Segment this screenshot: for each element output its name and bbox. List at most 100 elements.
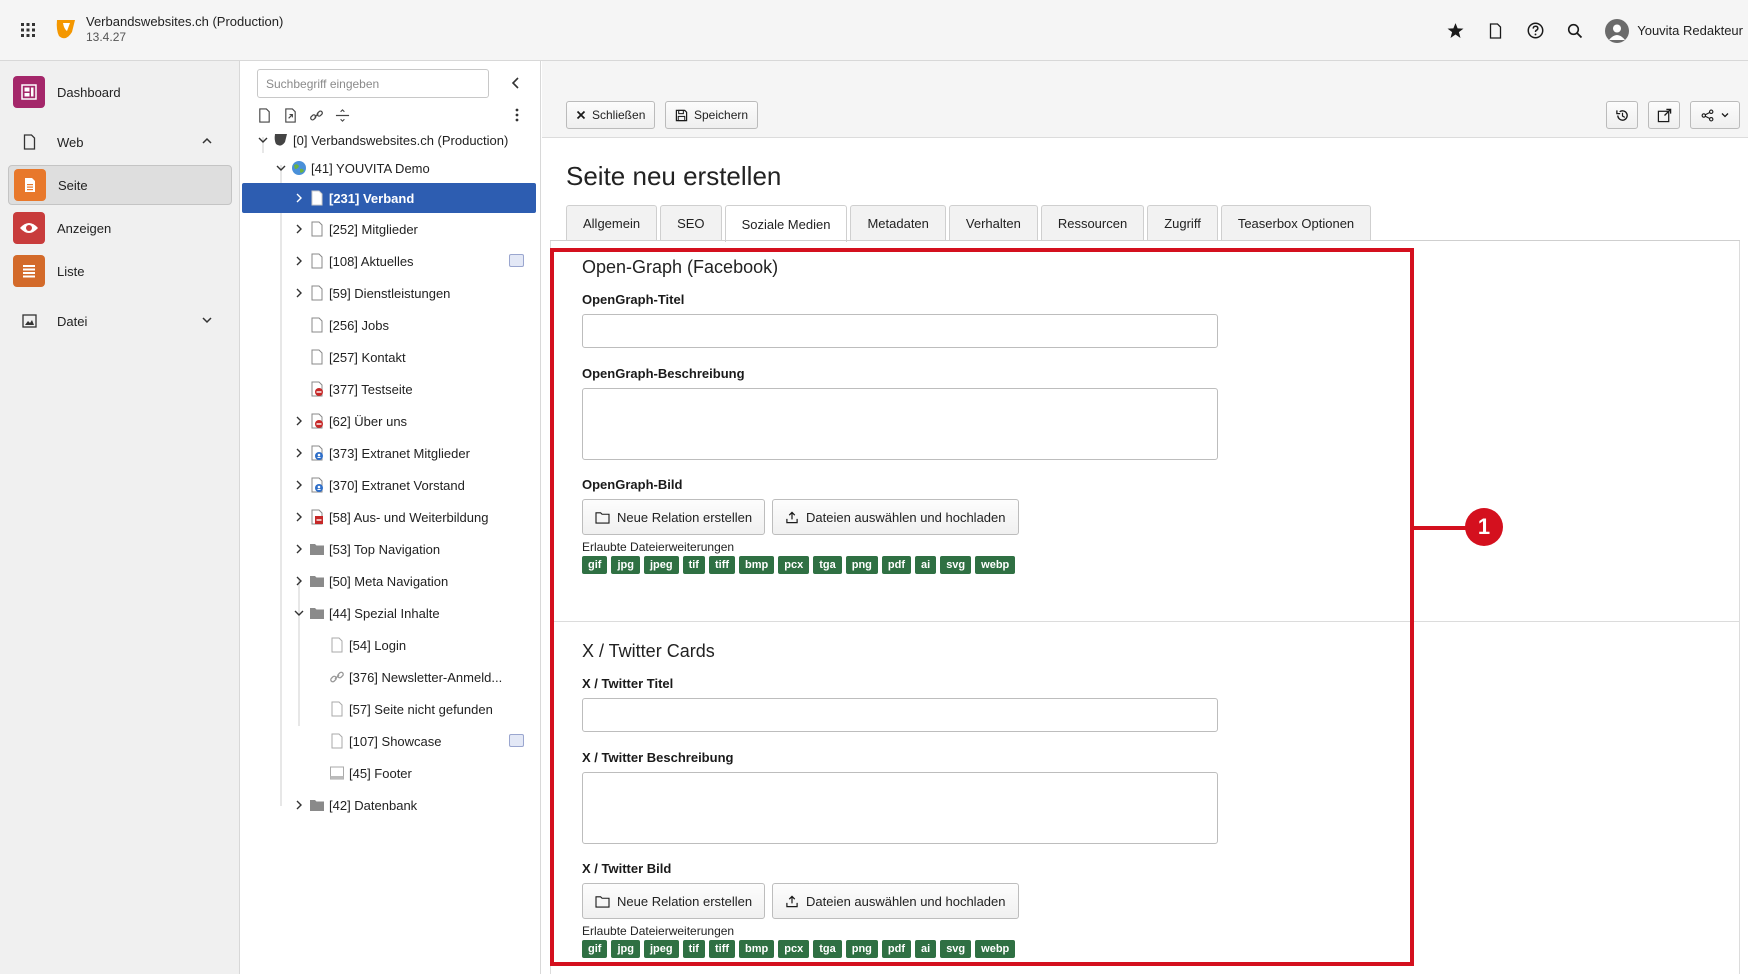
page-icon — [311, 253, 323, 269]
tree-node-label: [53] Top Navigation — [329, 541, 441, 557]
search-button[interactable] — [1555, 11, 1595, 51]
tree-node-ueber-uns[interactable]: [62] Über uns — [291, 406, 407, 436]
showcase-badge-icon — [509, 734, 524, 747]
site-name[interactable]: Verbandswebsites.ch (Production) — [86, 14, 283, 29]
tab-verhalten[interactable]: Verhalten — [948, 205, 1038, 241]
module-label: Seite — [58, 177, 88, 193]
module-web[interactable]: Web — [8, 122, 232, 162]
save-button[interactable]: Speichern — [665, 101, 759, 129]
open-docs-button[interactable] — [1475, 11, 1515, 51]
globe-icon — [292, 161, 306, 175]
tree-node-dienstleistungen[interactable]: [59] Dienstleistungen — [291, 278, 450, 308]
chevron-down-icon[interactable] — [273, 160, 289, 176]
tree-node-extranet-vorstand[interactable]: [370] Extranet Vorstand — [291, 470, 465, 500]
chevron-down-icon[interactable] — [255, 132, 271, 148]
module-label: Dashboard — [57, 84, 121, 100]
tab-metadaten[interactable]: Metadaten — [850, 205, 946, 241]
tab-soziale-medien[interactable]: Soziale Medien — [724, 205, 848, 242]
module-label: Anzeigen — [57, 220, 112, 236]
tree-node-jobs[interactable]: [256] Jobs — [307, 310, 389, 340]
tree-node-label: [231] Verband — [329, 190, 415, 206]
chevron-right-icon[interactable] — [291, 445, 307, 461]
access-restricted-page-icon — [311, 445, 323, 461]
tree-node-datenbank[interactable]: [42] Datenbank — [291, 790, 417, 820]
module-menu: Dashboard Web Seite Anzeigen Liste Datei — [0, 61, 240, 974]
module-seite[interactable]: Seite — [8, 165, 232, 205]
dashboard-icon — [13, 76, 45, 108]
chevron-down-icon — [1721, 113, 1728, 118]
tree-node-testseite[interactable]: [377] Testseite — [307, 374, 413, 404]
tree-node-newsletter[interactable]: [376] Newsletter-Anmeld... — [327, 662, 502, 692]
tree-node-seite-nicht-gefunden[interactable]: [57] Seite nicht gefunden — [327, 694, 493, 724]
tab-teaserbox-optionen[interactable]: Teaserbox Optionen — [1220, 205, 1372, 241]
module-liste[interactable]: Liste — [8, 251, 232, 291]
share-dropdown-button[interactable] — [1690, 101, 1740, 129]
help-button[interactable] — [1515, 11, 1555, 51]
eye-icon — [13, 212, 45, 244]
chevron-down-icon[interactable] — [200, 313, 214, 327]
chevron-right-icon[interactable] — [291, 285, 307, 301]
tree-node-root[interactable]: [0] Verbandswebsites.ch (Production) — [255, 125, 508, 155]
document-icon — [1489, 22, 1501, 39]
avatar-icon — [1605, 18, 1630, 43]
chevron-right-icon[interactable] — [291, 509, 307, 525]
chevron-right-icon[interactable] — [291, 190, 307, 206]
hidden-page-icon — [311, 509, 323, 525]
tree-node-aus-weiterbildung[interactable]: [58] Aus- und Weiterbildung — [291, 502, 488, 532]
user-menu[interactable]: Youvita Redakteur — [1595, 18, 1748, 43]
chevron-up-icon[interactable] — [200, 134, 214, 148]
chevron-right-icon[interactable] — [291, 541, 307, 557]
chevron-right-icon[interactable] — [291, 573, 307, 589]
tree-node-youvita-demo[interactable]: [41] YOUVITA Demo — [273, 153, 430, 183]
tree-node-kontakt[interactable]: [257] Kontakt — [307, 342, 406, 372]
open-new-window-button[interactable] — [1648, 101, 1680, 129]
folder-icon — [310, 800, 324, 811]
tree-node-label: [0] Verbandswebsites.ch (Production) — [293, 132, 509, 148]
tab-allgemein[interactable]: Allgemein — [566, 205, 658, 241]
share-icon — [1701, 109, 1713, 121]
tree-node-spezial-inhalte[interactable]: [44] Spezial Inhalte — [291, 598, 440, 628]
folder-icon — [310, 576, 324, 587]
chevron-right-icon[interactable] — [291, 477, 307, 493]
bookmark-button[interactable] — [1435, 11, 1475, 51]
link-page-icon — [330, 671, 344, 683]
module-dashboard[interactable]: Dashboard — [8, 72, 232, 112]
external-link-icon — [1657, 108, 1671, 122]
history-button[interactable] — [1606, 101, 1638, 129]
chevron-right-icon[interactable] — [291, 797, 307, 813]
typo3-logo-icon[interactable] — [55, 18, 77, 42]
tree-node-showcase[interactable]: [107] Showcase — [327, 726, 442, 756]
module-label: Web — [57, 134, 84, 150]
tab-ressourcen[interactable]: Ressourcen — [1040, 205, 1145, 241]
tree-node-meta-navigation[interactable]: [50] Meta Navigation — [291, 566, 448, 596]
tree-node-top-navigation[interactable]: [53] Top Navigation — [291, 534, 440, 564]
tree-node-mitglieder[interactable]: [252] Mitglieder — [291, 214, 418, 244]
app-grid-icon[interactable] — [20, 22, 36, 38]
tree-node-login[interactable]: [54] Login — [327, 630, 406, 660]
page-icon — [331, 733, 343, 749]
chevron-right-icon[interactable] — [291, 221, 307, 237]
tree-node-footer[interactable]: [45] Footer — [327, 758, 412, 788]
chevron-right-icon[interactable] — [291, 253, 307, 269]
close-button[interactable]: Schließen — [566, 101, 656, 129]
tab-zugriff[interactable]: Zugriff — [1147, 205, 1218, 241]
module-anzeigen[interactable]: Anzeigen — [8, 208, 232, 248]
tree-node-extranet-mitglieder[interactable]: [373] Extranet Mitglieder — [291, 438, 470, 468]
module-datei[interactable]: Datei — [8, 301, 232, 341]
top-bar: Verbandswebsites.ch (Production) 13.4.27… — [0, 0, 1748, 61]
tree-node-label: [54] Login — [349, 637, 407, 653]
search-icon — [1568, 23, 1583, 38]
access-restricted-page-icon — [311, 477, 323, 493]
chevron-right-icon[interactable] — [291, 413, 307, 429]
chevron-down-icon[interactable] — [291, 605, 307, 621]
page-icon — [311, 317, 323, 333]
tree-node-label: [42] Datenbank — [329, 797, 418, 813]
tree-node-aktuelles[interactable]: [108] Aktuelles — [291, 246, 414, 276]
page-icon — [311, 221, 323, 237]
tree-node-label: [256] Jobs — [329, 317, 389, 333]
tab-seo[interactable]: SEO — [660, 205, 722, 241]
save-button-label: Speichern — [694, 108, 749, 122]
star-icon — [1447, 23, 1464, 38]
tree-node-verband[interactable]: [231] Verband — [242, 183, 536, 213]
page-icon — [311, 285, 323, 301]
